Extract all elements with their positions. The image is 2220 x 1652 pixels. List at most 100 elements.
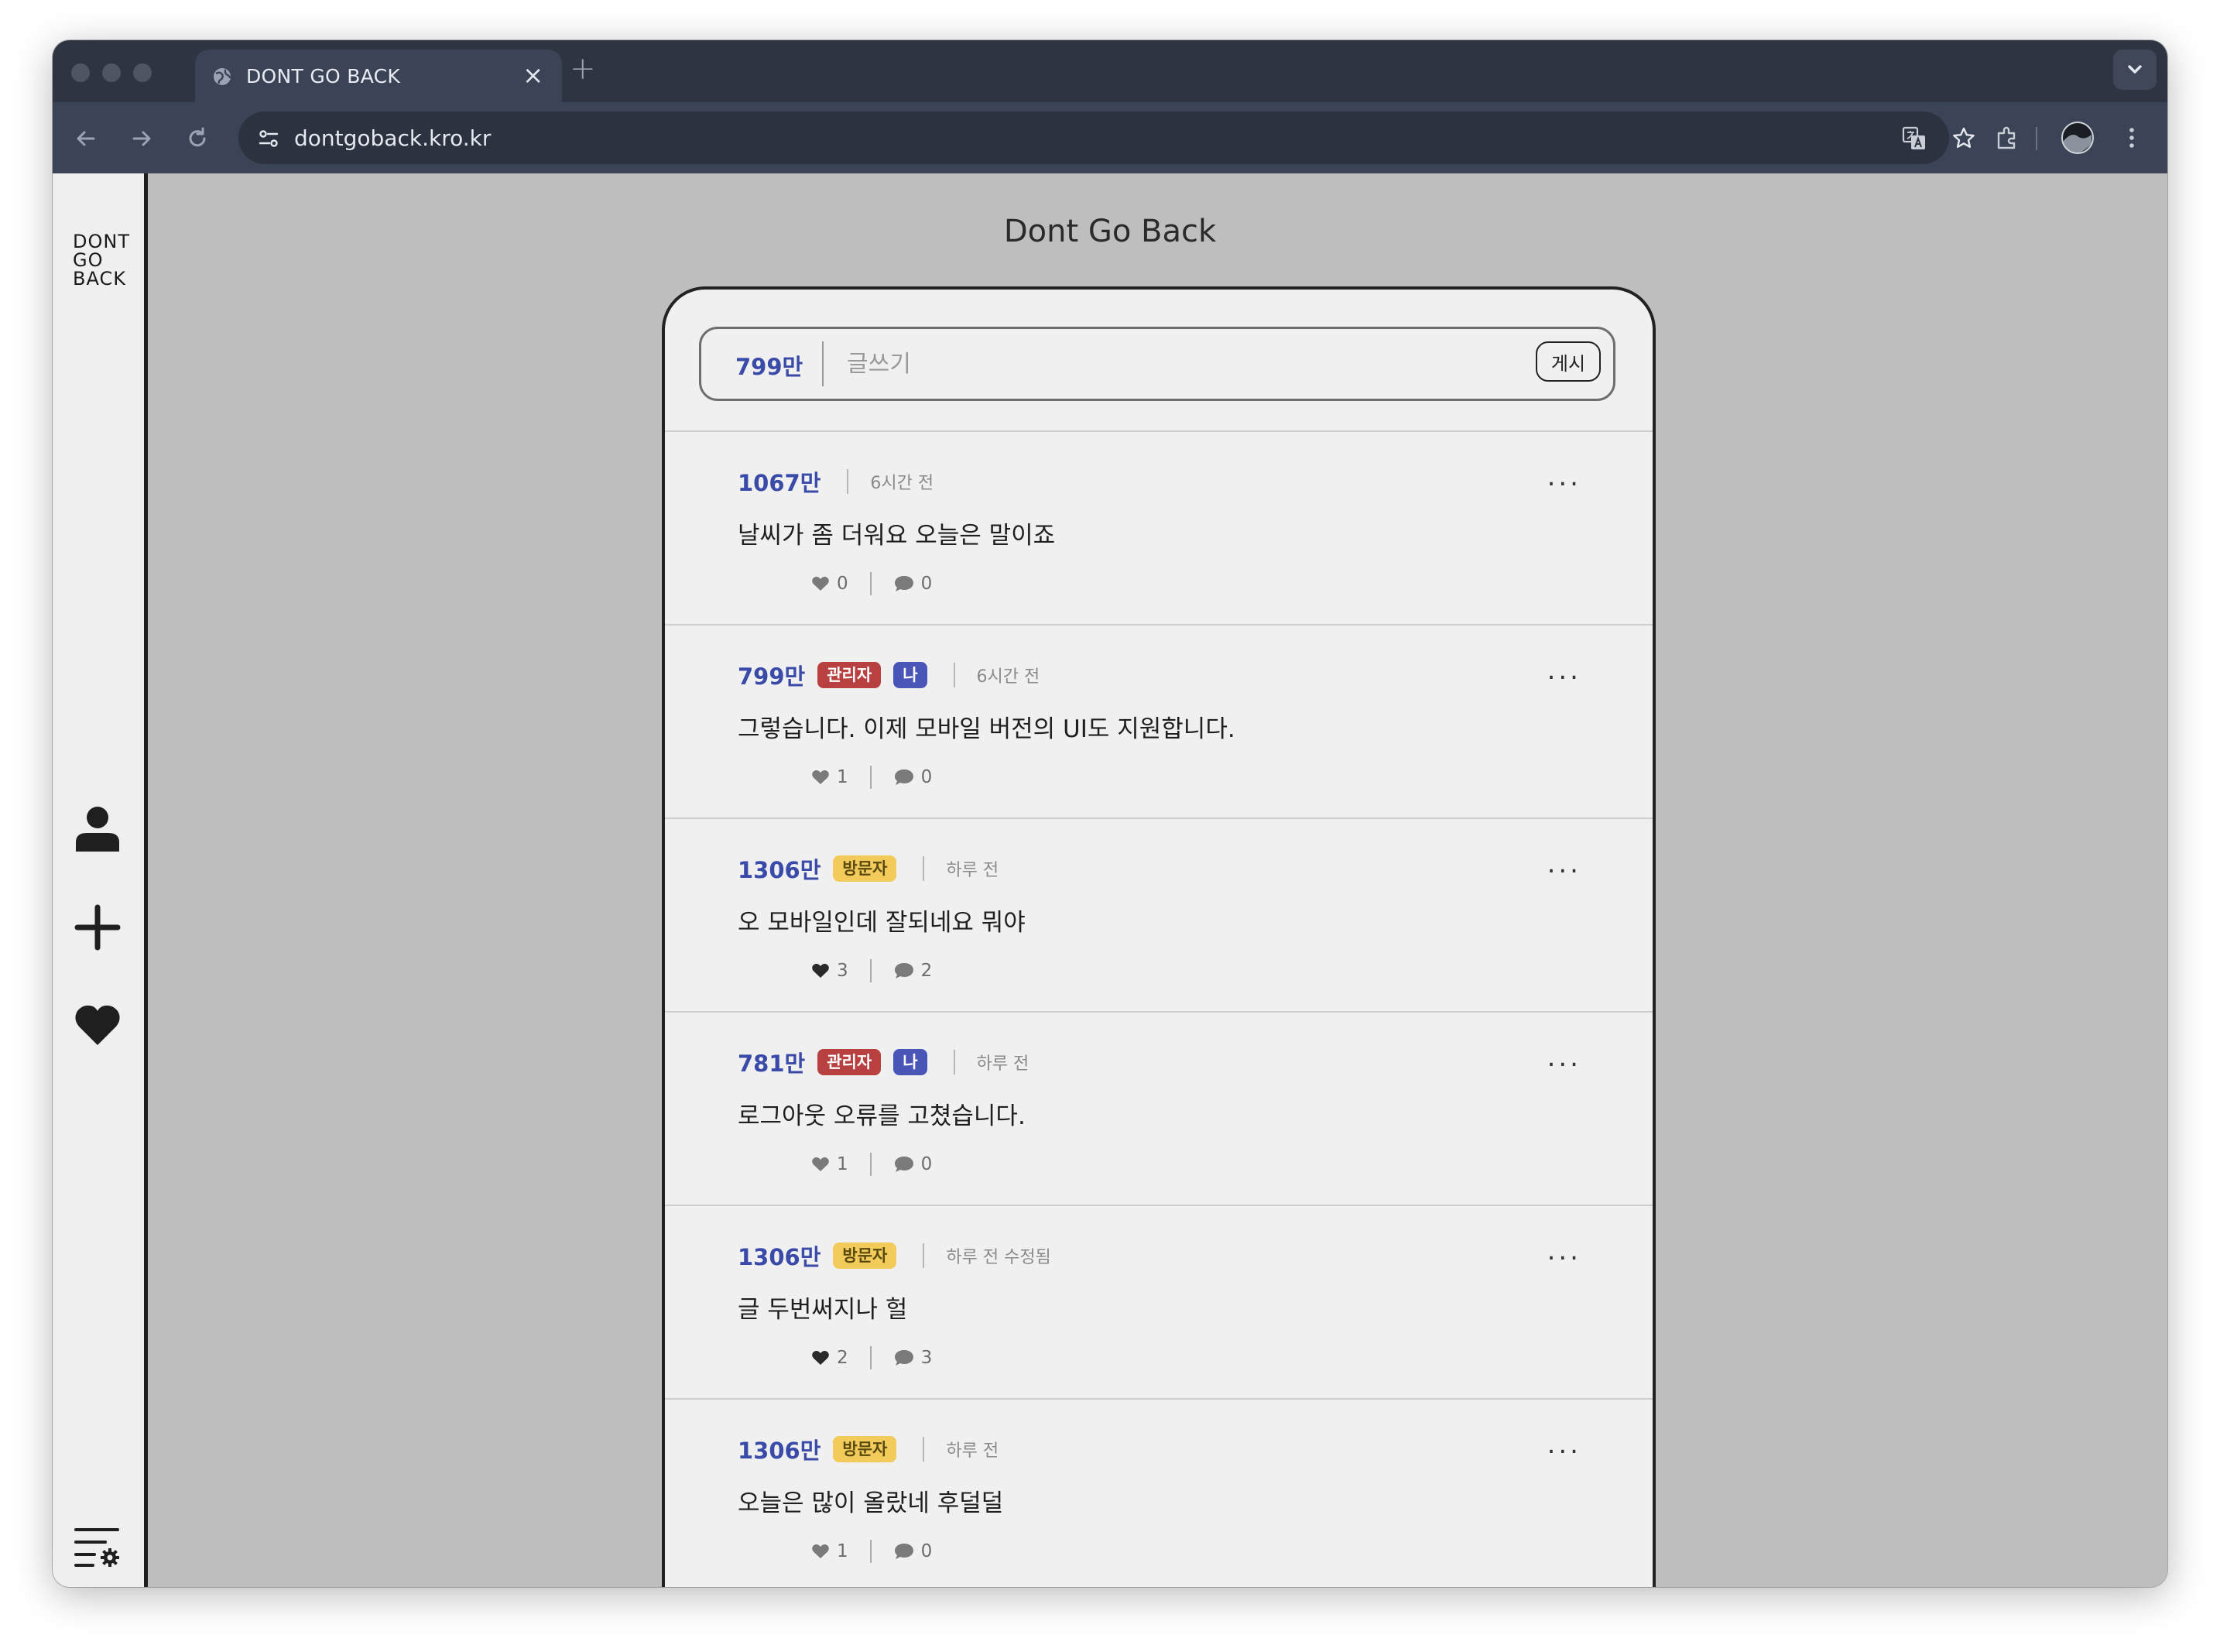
comment-bubble-icon	[894, 963, 913, 979]
like-button[interactable]: 1	[810, 1154, 848, 1174]
comment-button[interactable]: 0	[893, 767, 932, 787]
sidebar: DONT GO BACK	[53, 173, 148, 1587]
comment-count: 0	[920, 574, 933, 594]
post-time: 6시간 전	[870, 474, 934, 493]
page-title: Dont Go Back	[1003, 214, 1217, 249]
globe-icon	[214, 68, 231, 85]
post-item[interactable]: 1306만 방문자 하루 전 ... 오늘은 많이 올랐네 후덜덜 1 0	[665, 1400, 1653, 1587]
post-item[interactable]: 781만 관리자 나 하루 전 ... 로그아웃 오류를 고쳤습니다. 1 0	[665, 1013, 1653, 1206]
comment-button[interactable]: 0	[893, 574, 933, 594]
badge-visitor: 방문자	[833, 1436, 897, 1462]
post-actions: 1 0	[810, 1150, 932, 1178]
maximize-window-dot[interactable]	[133, 63, 152, 82]
comment-button[interactable]: 3	[893, 1348, 932, 1368]
comment-bubble-icon	[894, 1157, 913, 1172]
more-options-button[interactable]: ...	[1547, 655, 1581, 686]
comment-button[interactable]: 0	[893, 1541, 932, 1561]
more-options-button[interactable]: ...	[1547, 848, 1581, 879]
plus-icon[interactable]	[73, 903, 122, 952]
extensions-icon[interactable]	[1994, 124, 2022, 152]
meta-divider	[923, 1437, 925, 1462]
comment-count: 2	[920, 961, 933, 981]
post-author[interactable]: 1306만	[738, 852, 821, 885]
more-options-button[interactable]: ...	[1547, 461, 1581, 492]
like-button[interactable]: 1	[810, 767, 848, 787]
meta-divider	[953, 1050, 955, 1074]
meta-divider	[847, 469, 849, 494]
post-author[interactable]: 781만	[738, 1046, 805, 1078]
kebab-menu-icon[interactable]	[2118, 124, 2146, 152]
site-settings-icon[interactable]	[255, 125, 282, 152]
post-author[interactable]: 1306만	[738, 1433, 821, 1465]
comment-button[interactable]: 2	[893, 961, 933, 981]
settings-list-icon[interactable]	[73, 1523, 122, 1570]
chevron-down-icon	[2128, 65, 2142, 74]
like-button[interactable]: 1	[810, 1541, 848, 1561]
post-time: 하루 전	[946, 861, 999, 880]
badge-me: 나	[893, 662, 927, 688]
action-divider	[869, 1153, 872, 1176]
more-options-button[interactable]: ...	[1547, 1236, 1581, 1266]
like-button[interactable]: 0	[810, 574, 848, 594]
browser-tab[interactable]: DONT GO BACK ×	[195, 50, 562, 102]
post-author[interactable]: 799만	[738, 659, 805, 691]
post-item[interactable]: 1306만 방문자 하루 전 ... 오 모바일인데 잘되네요 뭐야 3 2	[665, 819, 1653, 1013]
toolbar-divider	[2036, 127, 2037, 150]
more-options-button[interactable]: ...	[1547, 1042, 1581, 1073]
comment-button[interactable]: 0	[893, 1154, 932, 1174]
post-meta: 799만 관리자 나 6시간 전	[738, 660, 1040, 691]
more-options-button[interactable]: ...	[1547, 1429, 1581, 1460]
minimize-window-dot[interactable]	[102, 63, 121, 82]
meta-divider	[923, 856, 925, 881]
compose-input[interactable]	[845, 343, 1514, 385]
action-divider	[869, 1346, 872, 1369]
heart-icon[interactable]	[73, 1000, 122, 1050]
heart-icon	[812, 770, 829, 784]
translate-icon[interactable]	[1901, 125, 1927, 152]
logo-line: BACK	[73, 268, 126, 290]
page-viewport: DONT GO BACK Dont Go Back 799만 글쓰기 게시 10…	[53, 173, 2167, 1587]
like-button[interactable]: 3	[810, 961, 848, 981]
post-author[interactable]: 1306만	[738, 1239, 821, 1272]
address-bar[interactable]: dontgoback.kro.kr	[238, 111, 1975, 164]
compose-user: 799만	[735, 354, 803, 380]
back-arrow-icon[interactable]	[73, 125, 99, 152]
meta-divider	[923, 1243, 925, 1268]
bookmark-star-icon[interactable]	[1951, 125, 1977, 152]
post-meta: 1306만 방문자 하루 전	[738, 1434, 999, 1465]
new-tab-button[interactable]: +	[570, 51, 596, 87]
post-content: 날씨가 좀 더워요 오늘은 말이죠	[738, 522, 1056, 550]
post-item[interactable]: 1067만 6시간 전 ... 날씨가 좀 더워요 오늘은 말이죠 0 0	[665, 432, 1653, 625]
post-item[interactable]: 799만 관리자 나 6시간 전 ... 그렇습니다. 이제 모바일 버전의 UI…	[665, 625, 1653, 819]
badge-visitor: 방문자	[833, 855, 897, 882]
reload-icon[interactable]	[184, 125, 211, 152]
tab-close-icon[interactable]: ×	[522, 60, 543, 90]
post-actions: 2 3	[810, 1344, 932, 1372]
logo-line: GO	[73, 249, 104, 271]
post-item[interactable]: 1306만 방문자 하루 전 수정됨 ... 글 두번써지나 헐 2 3	[665, 1206, 1653, 1400]
badge-admin: 관리자	[817, 1049, 882, 1075]
person-icon[interactable]	[73, 804, 122, 853]
post-author[interactable]: 1067만	[738, 465, 821, 498]
close-window-dot[interactable]	[71, 63, 90, 82]
post-time: 하루 전 수정됨	[946, 1248, 1051, 1267]
meta-divider	[953, 663, 955, 687]
post-button[interactable]: 게시	[1536, 341, 1601, 382]
forward-arrow-icon[interactable]	[128, 125, 155, 152]
heart-icon	[812, 1157, 829, 1171]
like-count: 3	[837, 961, 848, 981]
heart-icon	[812, 577, 829, 591]
post-time: 하루 전	[946, 1441, 999, 1461]
compose-divider	[822, 341, 824, 386]
tab-search-button[interactable]	[2113, 50, 2157, 90]
post-content: 오늘은 많이 올랐네 후덜덜	[738, 1489, 1004, 1517]
post-meta: 1067만 6시간 전	[738, 466, 934, 497]
heart-icon	[812, 1544, 829, 1558]
post-time: 하루 전	[976, 1054, 1029, 1074]
feed-panel: 799만 게시 1067만 6시간 전 ... 날씨가 좀 더워요 오늘은 말이…	[662, 286, 1656, 1587]
comment-bubble-icon	[894, 1544, 913, 1559]
profile-avatar-icon[interactable]	[2061, 121, 2095, 155]
like-button[interactable]: 2	[810, 1348, 848, 1368]
post-time: 6시간 전	[976, 667, 1040, 687]
browser-window: DONT GO BACK × + dontgoback.kro.kr DONT …	[53, 40, 2167, 1587]
